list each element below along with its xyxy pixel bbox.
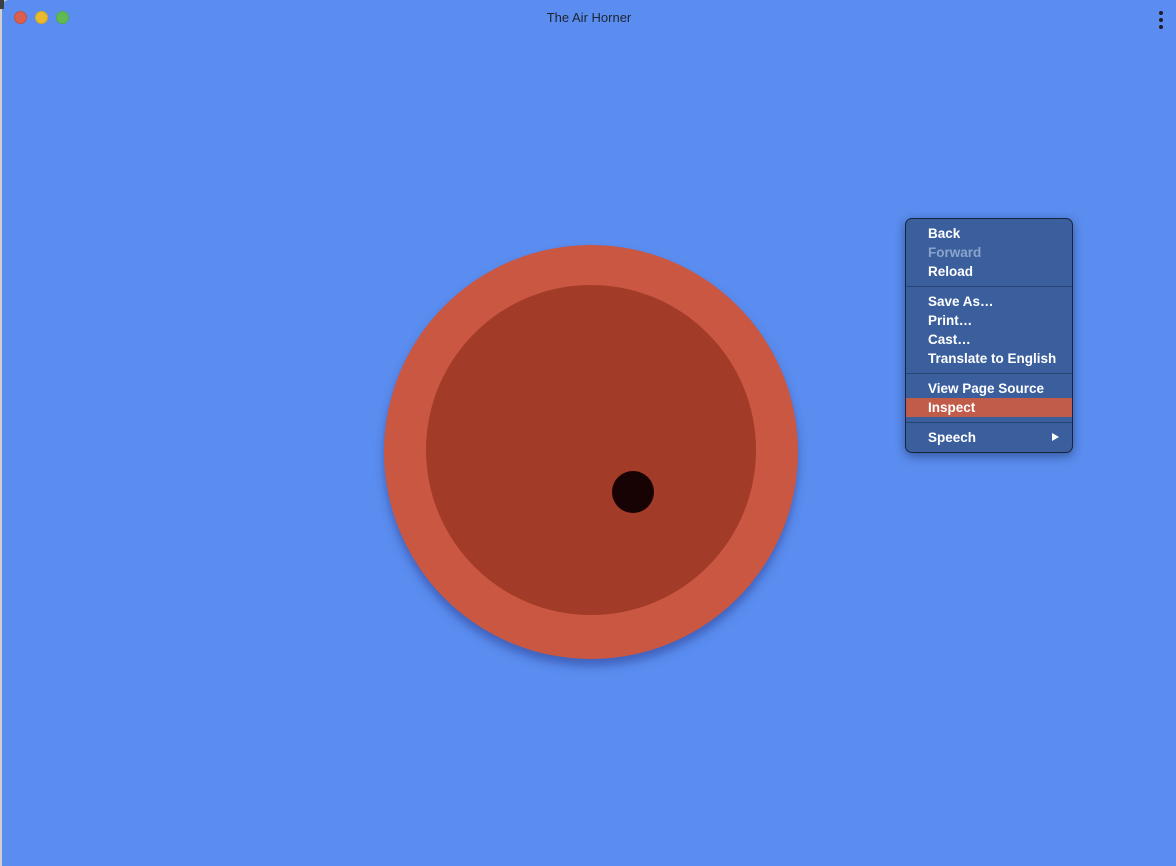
air-horn-button[interactable] <box>384 245 798 659</box>
menu-item-speech[interactable]: Speech <box>906 428 1072 447</box>
context-menu-group-page-actions: Save As… Print… Cast… Translate to Engli… <box>906 292 1072 368</box>
menu-item-forward[interactable]: Forward <box>906 243 1072 262</box>
menu-item-save-as[interactable]: Save As… <box>906 292 1072 311</box>
air-horn-center-dot <box>612 471 654 513</box>
titlebar: The Air Horner <box>2 0 1176 36</box>
context-menu-group-navigation: Back Forward Reload <box>906 224 1072 281</box>
menu-item-reload[interactable]: Reload <box>906 262 1072 281</box>
menu-divider <box>906 286 1072 287</box>
right-arrow-icon <box>1052 433 1059 441</box>
context-menu: Back Forward Reload Save As… Print… Cast… <box>905 218 1073 453</box>
menu-item-print[interactable]: Print… <box>906 311 1072 330</box>
menu-item-view-page-source[interactable]: View Page Source <box>906 379 1072 398</box>
menu-item-cast[interactable]: Cast… <box>906 330 1072 349</box>
context-menu-group-developer: View Page Source Inspect <box>906 379 1072 417</box>
menu-item-inspect[interactable]: Inspect <box>906 398 1072 417</box>
window-title: The Air Horner <box>2 0 1176 36</box>
menu-divider <box>906 422 1072 423</box>
context-menu-group-speech: Speech <box>906 428 1072 447</box>
background-window-notch <box>0 0 4 9</box>
menu-divider <box>906 373 1072 374</box>
menu-item-translate[interactable]: Translate to English <box>906 349 1072 368</box>
menu-item-back[interactable]: Back <box>906 224 1072 243</box>
kebab-menu-icon[interactable] <box>1159 11 1163 29</box>
air-horn-inner-ring <box>426 285 756 615</box>
app-window: The Air Horner Back Forward Reload Save … <box>2 0 1176 866</box>
